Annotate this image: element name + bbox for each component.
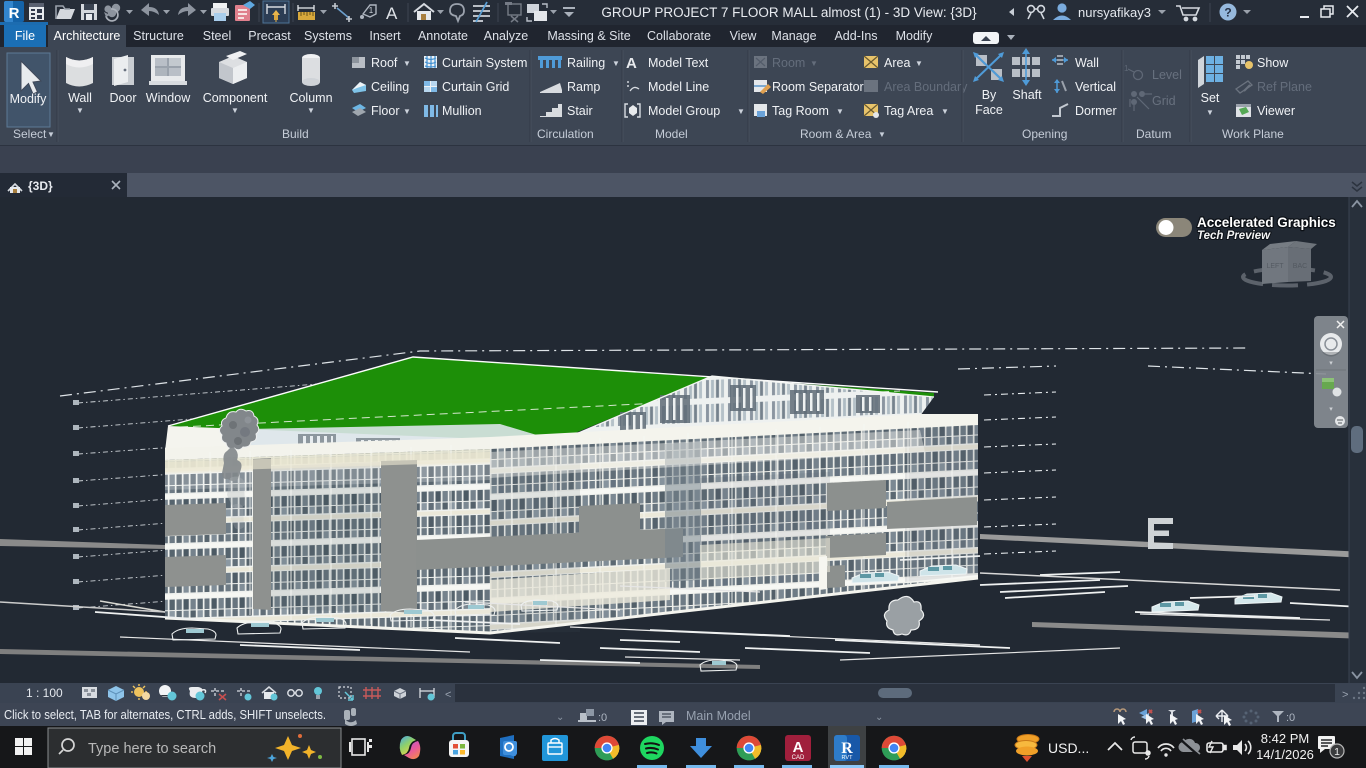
svg-text:Opening: Opening bbox=[1022, 127, 1067, 141]
svg-text:8:42 PM: 8:42 PM bbox=[1261, 731, 1309, 746]
svg-text:Curtain Grid: Curtain Grid bbox=[442, 80, 509, 94]
svg-text:Build: Build bbox=[282, 127, 309, 141]
svg-text:Work Plane: Work Plane bbox=[1222, 127, 1284, 141]
svg-text:Viewer: Viewer bbox=[1257, 104, 1295, 118]
svg-text:Door: Door bbox=[109, 91, 136, 105]
svg-text:Roof: Roof bbox=[371, 56, 398, 70]
svg-text:Circulation: Circulation bbox=[537, 127, 594, 141]
svg-text:CAD: CAD bbox=[792, 755, 805, 761]
svg-text:A: A bbox=[386, 4, 398, 23]
svg-text:Wall: Wall bbox=[68, 91, 92, 105]
svg-text:Curtain System: Curtain System bbox=[442, 56, 527, 70]
svg-text:Type here to search: Type here to search bbox=[88, 741, 216, 757]
svg-text:Stair: Stair bbox=[567, 104, 593, 118]
svg-text:Click to select, TAB for alter: Click to select, TAB for alternates, CTR… bbox=[4, 708, 326, 722]
svg-text:LEFT: LEFT bbox=[1266, 263, 1284, 270]
svg-text:Main Model: Main Model bbox=[686, 709, 751, 723]
svg-text:1 : 100: 1 : 100 bbox=[26, 686, 63, 700]
svg-text:Model Group: Model Group bbox=[648, 104, 720, 118]
svg-text:▼: ▼ bbox=[231, 106, 239, 115]
svg-text:Tech Preview: Tech Preview bbox=[1197, 230, 1271, 242]
svg-text:▼: ▼ bbox=[737, 107, 745, 116]
svg-text:Ceiling: Ceiling bbox=[371, 80, 409, 94]
svg-text:>: > bbox=[1342, 689, 1348, 701]
svg-text::0: :0 bbox=[598, 712, 607, 724]
svg-text:Model Line: Model Line bbox=[648, 80, 709, 94]
svg-text:Grid: Grid bbox=[1152, 94, 1176, 108]
svg-text:Window: Window bbox=[146, 91, 191, 105]
svg-text:Select: Select bbox=[13, 127, 47, 141]
svg-text:Model Text: Model Text bbox=[648, 56, 709, 70]
svg-text:Face: Face bbox=[975, 103, 1003, 117]
svg-text:Wall: Wall bbox=[1075, 56, 1099, 70]
svg-text:USD...: USD... bbox=[1048, 740, 1089, 756]
svg-text:Vertical: Vertical bbox=[1075, 80, 1116, 94]
svg-text:Show: Show bbox=[1257, 56, 1289, 70]
svg-text:1: 1 bbox=[369, 6, 374, 15]
svg-text:Ramp: Ramp bbox=[567, 80, 600, 94]
svg-text:⌄: ⌄ bbox=[875, 712, 883, 723]
svg-text:Floor: Floor bbox=[371, 104, 399, 118]
svg-text:Ref Plane: Ref Plane bbox=[1257, 80, 1312, 94]
svg-text:14/1/2026: 14/1/2026 bbox=[1256, 747, 1314, 762]
svg-text:1: 1 bbox=[1334, 746, 1340, 758]
svg-text:▼: ▼ bbox=[47, 130, 55, 139]
svg-text:A: A bbox=[626, 55, 637, 72]
svg-text:Column: Column bbox=[289, 91, 332, 105]
svg-text:Room Separator: Room Separator bbox=[772, 80, 864, 94]
svg-text:Set: Set bbox=[1201, 91, 1220, 105]
svg-text:Room & Area: Room & Area bbox=[800, 127, 872, 141]
svg-text:GROUP PROJECT 7 FLOOR MALL alm: GROUP PROJECT 7 FLOOR MALL almost (1) - … bbox=[601, 5, 977, 20]
svg-text:Datum: Datum bbox=[1136, 127, 1171, 141]
svg-text:1: 1 bbox=[1124, 64, 1129, 73]
svg-text:Area Boundary: Area Boundary bbox=[884, 80, 968, 94]
svg-text:Component: Component bbox=[203, 91, 268, 105]
svg-text:RVT: RVT bbox=[842, 755, 854, 761]
svg-text:Dormer: Dormer bbox=[1075, 104, 1117, 118]
svg-text:▾: ▾ bbox=[1329, 406, 1333, 413]
svg-text:Area: Area bbox=[884, 56, 910, 70]
svg-text:A: A bbox=[793, 739, 804, 756]
svg-text:nursyafikay3: nursyafikay3 bbox=[1078, 5, 1151, 20]
svg-text:Modify: Modify bbox=[10, 92, 48, 106]
svg-text:▼: ▼ bbox=[612, 59, 620, 68]
svg-text:?: ? bbox=[1224, 6, 1231, 20]
svg-text:Room: Room bbox=[772, 56, 805, 70]
svg-text:▼: ▼ bbox=[403, 59, 411, 68]
svg-text:Model: Model bbox=[655, 127, 688, 141]
svg-text:Accelerated Graphics: Accelerated Graphics bbox=[1197, 215, 1336, 230]
svg-text:R: R bbox=[9, 5, 20, 22]
svg-text:Tag Area: Tag Area bbox=[884, 104, 933, 118]
svg-text:▼: ▼ bbox=[836, 107, 844, 116]
svg-text:▼: ▼ bbox=[941, 107, 949, 116]
svg-text:BAC: BAC bbox=[1293, 263, 1307, 270]
svg-text:Tag Room: Tag Room bbox=[772, 104, 829, 118]
svg-text:▼: ▼ bbox=[915, 59, 923, 68]
svg-text:{3D}: {3D} bbox=[28, 179, 53, 193]
svg-text:Mullion: Mullion bbox=[442, 104, 482, 118]
svg-text:▾: ▾ bbox=[1329, 360, 1333, 367]
svg-text:⌄: ⌄ bbox=[556, 712, 564, 723]
svg-text:By: By bbox=[982, 88, 997, 102]
svg-text:Level: Level bbox=[1152, 68, 1182, 82]
svg-text:<: < bbox=[445, 689, 451, 701]
svg-text:▼: ▼ bbox=[76, 106, 84, 115]
svg-text:Railing: Railing bbox=[567, 56, 605, 70]
svg-text:▼: ▼ bbox=[810, 59, 818, 68]
svg-text:▼: ▼ bbox=[1206, 108, 1214, 117]
svg-text:Shaft: Shaft bbox=[1012, 88, 1042, 102]
svg-text:▼: ▼ bbox=[403, 107, 411, 116]
svg-text::0: :0 bbox=[1286, 712, 1295, 724]
svg-text:▼: ▼ bbox=[307, 106, 315, 115]
svg-text:▼: ▼ bbox=[878, 130, 886, 139]
